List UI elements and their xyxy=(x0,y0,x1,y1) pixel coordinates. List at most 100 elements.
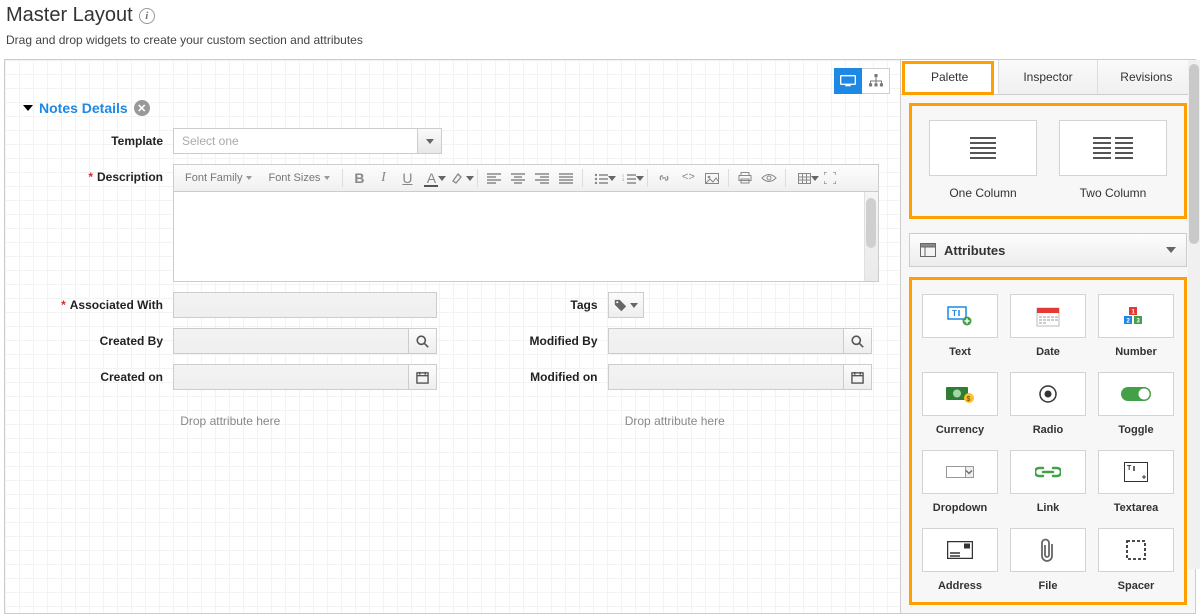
layout-two-column[interactable]: Two Column xyxy=(1059,120,1167,200)
rte-link-button[interactable] xyxy=(653,167,675,189)
attr-spacer-label: Spacer xyxy=(1098,580,1174,592)
attr-file[interactable]: File xyxy=(1010,528,1086,592)
attr-toggle-label: Toggle xyxy=(1098,424,1174,436)
rte-print-button[interactable] xyxy=(734,167,756,189)
attr-number[interactable]: 123 Number xyxy=(1098,294,1174,358)
tab-palette[interactable]: Palette xyxy=(901,60,999,94)
attr-radio-label: Radio xyxy=(1010,424,1086,436)
tags-label: Tags xyxy=(468,298,608,312)
rte-align-center-button[interactable] xyxy=(507,167,529,189)
tags-field[interactable] xyxy=(608,292,644,318)
svg-text:$: $ xyxy=(967,396,971,403)
associated-with-field[interactable] xyxy=(173,292,437,318)
attr-textarea[interactable]: T Textarea xyxy=(1098,450,1174,514)
attributes-accordion-header[interactable]: Attributes xyxy=(909,233,1187,267)
attr-textarea-label: Textarea xyxy=(1098,502,1174,514)
attr-address-label: Address xyxy=(922,580,998,592)
section-collapse-icon[interactable] xyxy=(23,105,33,111)
attr-link-label: Link xyxy=(1010,502,1086,514)
rte-scrollbar[interactable] xyxy=(864,192,878,281)
view-tree-button[interactable] xyxy=(862,68,890,94)
rte-image-button[interactable] xyxy=(701,167,723,189)
rte-font-size-dropdown[interactable]: Font Sizes xyxy=(261,168,337,188)
layout-templates-panel: One Column Two Column xyxy=(909,103,1187,219)
rte-align-right-button[interactable] xyxy=(531,167,553,189)
template-select-placeholder: Select one xyxy=(173,128,418,154)
rte-number-list-button[interactable]: 12 xyxy=(616,167,642,189)
attr-spacer[interactable]: Spacer xyxy=(1098,528,1174,592)
attributes-icon xyxy=(920,243,936,257)
created-by-lookup-button[interactable] xyxy=(409,328,437,354)
rte-italic-button[interactable]: I xyxy=(372,167,394,189)
attr-dropdown[interactable]: Dropdown xyxy=(922,450,998,514)
rte-preview-button[interactable] xyxy=(758,167,780,189)
close-section-icon[interactable]: ✕ xyxy=(134,100,150,116)
drop-zone-left[interactable]: Drop attribute here xyxy=(23,414,438,428)
layout-two-column-label: Two Column xyxy=(1059,186,1167,200)
attr-radio[interactable]: Radio xyxy=(1010,372,1086,436)
layout-one-column-label: One Column xyxy=(929,186,1037,200)
rte-bold-button[interactable]: B xyxy=(348,167,370,189)
modified-by-label: Modified By xyxy=(468,334,608,348)
page-subtitle: Drag and drop widgets to create your cus… xyxy=(6,33,1194,47)
section-title[interactable]: Notes Details xyxy=(39,100,128,116)
rte-fullscreen-button[interactable] xyxy=(819,167,841,189)
modified-by-lookup-button[interactable] xyxy=(844,328,872,354)
modified-by-field[interactable] xyxy=(608,328,844,354)
rte-bullet-list-button[interactable] xyxy=(588,167,614,189)
modified-on-field[interactable] xyxy=(608,364,844,390)
rte-bg-color-button[interactable] xyxy=(444,167,472,189)
attr-link[interactable]: Link xyxy=(1010,450,1086,514)
rte-underline-button[interactable]: U xyxy=(396,167,418,189)
rte-font-family-dropdown[interactable]: Font Family xyxy=(178,168,259,188)
rte-align-justify-button[interactable] xyxy=(555,167,577,189)
view-desktop-button[interactable] xyxy=(834,68,862,94)
rte-table-button[interactable] xyxy=(791,167,817,189)
layout-one-column[interactable]: One Column xyxy=(929,120,1037,200)
attr-address[interactable]: Address xyxy=(922,528,998,592)
rte-code-button[interactable]: <> xyxy=(677,167,699,189)
palette-sidebar: Palette Inspector Revisions One Column T… xyxy=(901,60,1195,613)
sidebar-tabs: Palette Inspector Revisions xyxy=(901,60,1195,95)
rte-toolbar: Font Family Font Sizes B I U A 12 xyxy=(173,164,879,192)
created-on-label: Created on xyxy=(23,370,173,384)
attr-text[interactable]: T Text xyxy=(922,294,998,358)
associated-with-label: Associated With xyxy=(23,298,173,312)
modified-on-label: Modified on xyxy=(468,370,608,384)
tab-inspector[interactable]: Inspector xyxy=(999,60,1097,94)
page-scrollbar[interactable] xyxy=(1188,60,1200,569)
rte-font-size-label: Font Sizes xyxy=(268,172,320,184)
attr-date[interactable]: Date xyxy=(1010,294,1086,358)
description-textarea[interactable] xyxy=(173,192,879,282)
created-by-field[interactable] xyxy=(173,328,409,354)
info-icon[interactable]: i xyxy=(139,8,155,24)
rte-align-left-button[interactable] xyxy=(483,167,505,189)
attr-currency[interactable]: $ Currency xyxy=(922,372,998,436)
layout-canvas[interactable]: Notes Details ✕ Template Select one Desc… xyxy=(5,60,901,613)
attr-dropdown-label: Dropdown xyxy=(922,502,998,514)
view-toggle xyxy=(834,68,890,94)
attr-date-label: Date xyxy=(1010,346,1086,358)
svg-text:T: T xyxy=(1127,465,1132,472)
rte-text-color-button[interactable]: A xyxy=(420,167,442,189)
template-label: Template xyxy=(23,134,173,148)
template-select-dropdown-button[interactable] xyxy=(418,128,442,154)
description-editor: Font Family Font Sizes B I U A 12 xyxy=(173,164,879,282)
attr-number-label: Number xyxy=(1098,346,1174,358)
drop-zone-right[interactable]: Drop attribute here xyxy=(468,414,883,428)
tab-revisions[interactable]: Revisions xyxy=(1098,60,1195,94)
rte-font-family-label: Font Family xyxy=(185,172,242,184)
description-label: Description xyxy=(23,170,173,184)
template-select[interactable]: Select one xyxy=(173,128,442,154)
svg-text:T: T xyxy=(952,309,957,318)
attributes-panel: T Text Date 123 Number $ Currency xyxy=(909,277,1187,605)
attr-text-label: Text xyxy=(922,346,998,358)
modified-on-datepicker-button[interactable] xyxy=(844,364,872,390)
created-on-datepicker-button[interactable] xyxy=(409,364,437,390)
chevron-down-icon xyxy=(1166,247,1176,253)
created-on-field[interactable] xyxy=(173,364,409,390)
chevron-down-icon xyxy=(630,303,638,308)
created-by-label: Created By xyxy=(23,334,173,348)
svg-text:2: 2 xyxy=(622,177,624,182)
attr-toggle[interactable]: Toggle xyxy=(1098,372,1174,436)
